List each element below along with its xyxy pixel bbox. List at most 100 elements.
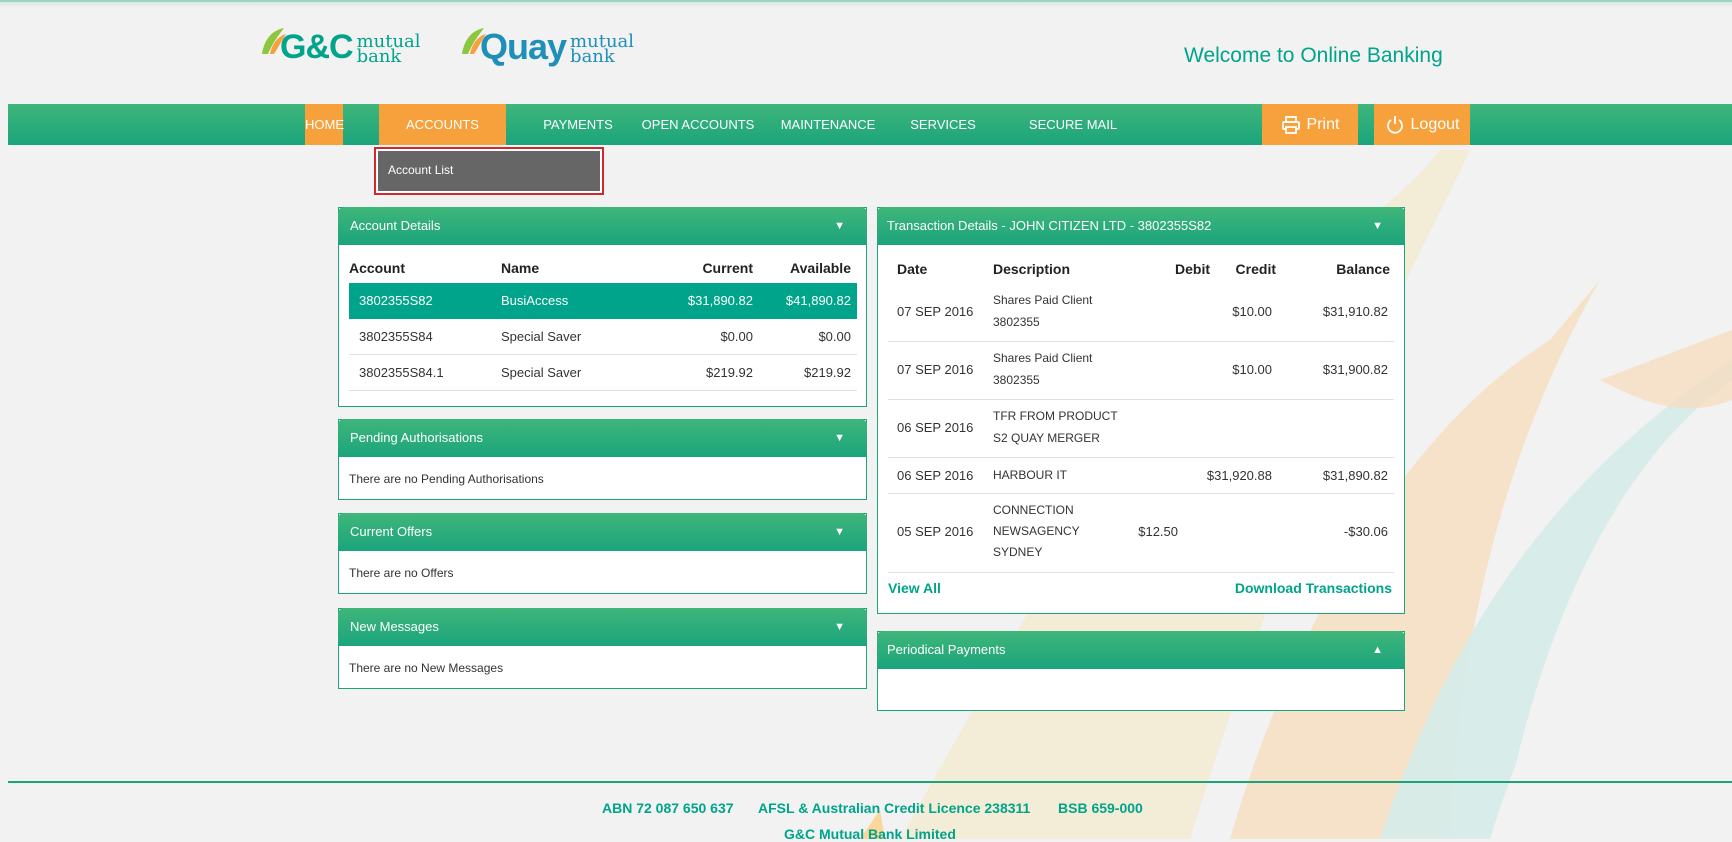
account-name: BusiAccess: [501, 293, 569, 308]
tx-credit: $10.00: [1232, 304, 1272, 319]
account-details-title: Account Details: [350, 218, 441, 233]
account-details-panel: Account Details ▼ Account Name Current A…: [338, 207, 867, 407]
tx-desc-line1: Shares Paid Client: [993, 351, 1093, 365]
account-number: 3802355S84: [359, 329, 433, 344]
periodical-payments-panel: Periodical Payments ▲: [877, 631, 1405, 711]
pending-authorisations-title: Pending Authorisations: [350, 430, 483, 445]
new-messages-title: New Messages: [350, 619, 439, 634]
tx-date: 06 SEP 2016: [897, 468, 974, 483]
brand1-small2: bank: [356, 46, 402, 67]
account-current: $219.92: [706, 365, 753, 380]
account-number: 3802355S84.1: [359, 365, 444, 380]
account-number: 3802355S82: [359, 293, 433, 308]
print-label: Print: [1306, 116, 1340, 133]
account-available: $219.92: [804, 365, 851, 380]
pending-authorisations-header[interactable]: Pending Authorisations ▼: [338, 419, 867, 457]
account-row[interactable]: 3802355S84.1 Special Saver $219.92 $219.…: [349, 355, 857, 391]
main-nav: HOME ACCOUNTS PAYMENTS OPEN ACCOUNTS MAI…: [8, 104, 1732, 145]
nav-secure-mail[interactable]: SECURE MAIL: [1023, 104, 1123, 145]
transaction-row[interactable]: 06 SEP 2016 TFR FROM PRODUCT S2 QUAY MER…: [888, 400, 1394, 458]
brand2-small2: bank: [570, 46, 615, 67]
new-messages-header[interactable]: New Messages ▼: [338, 608, 867, 646]
tx-balance: -$30.06: [1343, 524, 1388, 539]
footer-divider: [8, 781, 1732, 783]
brand2-big: Quay: [480, 26, 567, 67]
tx-desc-line3: SYDNEY: [993, 545, 1043, 559]
leaf-icon: [262, 28, 286, 54]
account-row[interactable]: 3802355S82 BusiAccess $31,890.82 $41,890…: [349, 283, 857, 319]
account-row[interactable]: 3802355S84 Special Saver $0.00 $0.00: [349, 319, 857, 355]
col-description: Description: [993, 261, 1071, 277]
tx-desc-line1: Shares Paid Client: [993, 293, 1093, 307]
leaf-icon: [462, 28, 486, 54]
footer-bsb: BSB 659-000: [1058, 800, 1143, 816]
print-button[interactable]: Print: [1262, 104, 1358, 145]
transaction-row[interactable]: 07 SEP 2016 Shares Paid Client 3802355 $…: [888, 342, 1394, 400]
current-offers-header[interactable]: Current Offers ▼: [338, 513, 867, 551]
view-all-link[interactable]: View All: [888, 580, 941, 596]
nav-payments[interactable]: PAYMENTS: [528, 104, 628, 145]
nav-services[interactable]: SERVICES: [903, 104, 983, 145]
tx-credit: $31,920.88: [1206, 468, 1272, 483]
tx-date: 05 SEP 2016: [897, 524, 974, 539]
tx-date: 06 SEP 2016: [897, 420, 974, 435]
brand1-big: G&C: [280, 28, 354, 66]
tx-date: 07 SEP 2016: [897, 304, 974, 319]
col-balance: Balance: [1336, 261, 1390, 277]
collapse-triangle-icon[interactable]: ▼: [834, 513, 845, 551]
nav-open-accounts[interactable]: OPEN ACCOUNTS: [638, 104, 758, 145]
collapse-triangle-icon[interactable]: ▼: [1372, 207, 1383, 245]
messages-empty-text: There are no New Messages: [349, 661, 504, 675]
gc-mutual-bank-logo: G&C mutual bank: [262, 28, 421, 67]
expand-triangle-icon[interactable]: ▲: [1372, 631, 1383, 669]
col-available: Available: [790, 260, 851, 276]
brand2-small: mutual bank: [570, 33, 634, 67]
nav-accounts[interactable]: ACCOUNTS: [379, 104, 506, 145]
tx-desc-line2: 3802355: [993, 373, 1040, 387]
tx-desc-line2: 3802355: [993, 315, 1040, 329]
tx-desc-line2: NEWSAGENCY: [993, 524, 1080, 538]
collapse-triangle-icon[interactable]: ▼: [834, 419, 845, 457]
account-list-menu-item[interactable]: Account List: [378, 151, 600, 191]
account-details-header[interactable]: Account Details ▼: [338, 207, 867, 245]
col-date: Date: [897, 261, 928, 277]
current-offers-panel: Current Offers ▼ There are no Offers: [338, 513, 867, 594]
tx-balance: $31,900.82: [1322, 362, 1388, 377]
account-current: $0.00: [720, 329, 753, 344]
tx-date: 07 SEP 2016: [897, 362, 974, 377]
collapse-triangle-icon[interactable]: ▼: [834, 207, 845, 245]
periodical-payments-header[interactable]: Periodical Payments ▲: [877, 631, 1405, 669]
transaction-details-header[interactable]: Transaction Details - JOHN CITIZEN LTD -…: [877, 207, 1405, 245]
tx-balance: $31,910.82: [1322, 304, 1388, 319]
tx-credit: $10.00: [1232, 362, 1272, 377]
brand1-small: mutual bank: [356, 33, 421, 67]
new-messages-panel: New Messages ▼ There are no New Messages: [338, 608, 867, 689]
nav-maintenance[interactable]: MAINTENANCE: [773, 104, 883, 145]
transaction-row[interactable]: 07 SEP 2016 Shares Paid Client 3802355 $…: [888, 284, 1394, 342]
footer-bank-name: G&C Mutual Bank Limited: [784, 826, 956, 842]
logout-button[interactable]: Logout: [1374, 104, 1470, 145]
transaction-row[interactable]: 06 SEP 2016 HARBOUR IT $31,920.88 $31,89…: [888, 458, 1394, 494]
transaction-row[interactable]: 05 SEP 2016 CONNECTION NEWSAGENCY SYDNEY…: [888, 494, 1394, 573]
logout-label: Logout: [1410, 116, 1460, 133]
col-debit: Debit: [1175, 261, 1210, 277]
collapse-triangle-icon[interactable]: ▼: [834, 608, 845, 646]
current-offers-title: Current Offers: [350, 524, 433, 539]
tx-desc-line1: TFR FROM PRODUCT: [993, 409, 1118, 423]
pending-empty-text: There are no Pending Authorisations: [349, 472, 544, 486]
top-strip: [0, 0, 1732, 8]
tx-desc-line2: S2 QUAY MERGER: [993, 431, 1100, 445]
tx-desc-line1: HARBOUR IT: [993, 468, 1068, 482]
nav-home[interactable]: HOME: [305, 104, 344, 145]
transaction-details-title: Transaction Details - JOHN CITIZEN LTD -…: [887, 218, 1212, 233]
account-name: Special Saver: [501, 365, 582, 380]
accounts-dropdown: Account List: [374, 147, 604, 195]
account-name: Special Saver: [501, 329, 582, 344]
tx-desc-line1: CONNECTION: [993, 503, 1074, 517]
offers-empty-text: There are no Offers: [349, 566, 454, 580]
power-icon: [1386, 115, 1403, 134]
quay-mutual-bank-logo: Quay mutual bank: [462, 26, 634, 67]
download-transactions-link[interactable]: Download Transactions: [1235, 580, 1392, 596]
account-current: $31,890.82: [687, 293, 753, 308]
col-name: Name: [501, 260, 540, 276]
